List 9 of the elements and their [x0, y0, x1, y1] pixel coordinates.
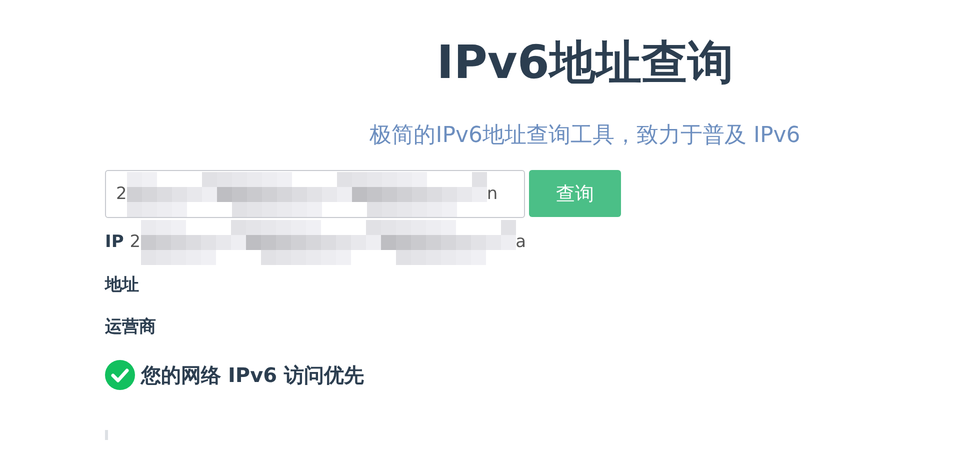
result-label: 运营商 [105, 316, 156, 338]
page-title: IPv6地址查询 [436, 34, 734, 91]
input-field[interactable]: 2 n [105, 170, 525, 218]
ip-value: 2 [130, 232, 141, 252]
page-subtitle: 极简的IPv6地址查询工具，致力于普及 IPv6 [370, 122, 800, 150]
ip-value: a [516, 232, 526, 252]
status-message: 您的网络 IPv6 访问优先 [141, 362, 364, 388]
result-label: 地址 [105, 274, 139, 296]
result-label: IP [105, 232, 124, 252]
